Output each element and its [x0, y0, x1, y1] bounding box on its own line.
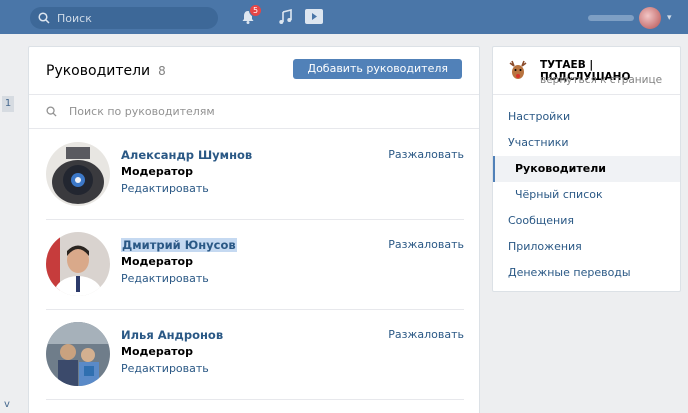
community-header[interactable]: ТУТАЕВ | ПОДСЛУШАНО вернуться к странице	[493, 47, 680, 95]
music-icon[interactable]	[277, 9, 293, 25]
member-role: Модератор	[121, 345, 193, 358]
member-row: Дмитрий Юнусов Модератор Редактировать Р…	[46, 220, 464, 310]
user-menu[interactable]: ▾	[588, 7, 672, 29]
managers-search-placeholder: Поиск по руководителям	[69, 105, 215, 118]
user-name-blurred	[588, 15, 634, 21]
menu-item-members[interactable]: Участники	[493, 130, 680, 156]
menu-item-messages[interactable]: Сообщения	[493, 208, 680, 234]
community-management-menu: ТУТАЕВ | ПОДСЛУШАНО вернуться к странице…	[492, 46, 681, 292]
member-avatar[interactable]	[46, 232, 110, 296]
top-navigation-bar: Поиск 5 ▾	[0, 0, 688, 34]
menu-item-money-transfers[interactable]: Денежные переводы	[493, 260, 680, 286]
play-icon	[312, 13, 317, 20]
member-row: Александр Шумнов Модератор Редактировать…	[46, 130, 464, 220]
left-bottom-char: v	[4, 399, 10, 410]
member-edit-link[interactable]: Редактировать	[121, 182, 209, 195]
menu-item-apps[interactable]: Приложения	[493, 234, 680, 260]
video-icon[interactable]	[305, 9, 323, 24]
managers-panel: Руководители 8 Добавить руководителя Пои…	[28, 46, 480, 413]
member-demote-link[interactable]: Разжаловать	[388, 238, 464, 251]
menu-item-settings[interactable]: Настройки	[493, 104, 680, 130]
add-manager-button[interactable]: Добавить руководителя	[293, 59, 462, 79]
search-icon	[38, 12, 50, 24]
member-name-link[interactable]: Дмитрий Юнусов	[121, 238, 237, 252]
member-role: Модератор	[121, 255, 193, 268]
menu-item-managers[interactable]: Руководители	[493, 156, 680, 182]
reindeer-logo-icon	[509, 60, 527, 79]
notifications-count-badge: 5	[249, 4, 263, 17]
global-search-input[interactable]: Поиск	[30, 7, 218, 29]
member-edit-link[interactable]: Редактировать	[121, 272, 209, 285]
member-name-link[interactable]: Александр Шумнов	[121, 148, 252, 162]
member-demote-link[interactable]: Разжаловать	[388, 328, 464, 341]
member-avatar[interactable]	[46, 322, 110, 386]
page-title: Руководители	[46, 62, 151, 79]
left-page-number[interactable]: 1	[2, 96, 14, 112]
user-avatar	[639, 7, 661, 29]
search-icon	[46, 106, 57, 117]
member-edit-link[interactable]: Редактировать	[121, 362, 209, 375]
member-demote-link[interactable]: Разжаловать	[388, 148, 464, 161]
managers-header: Руководители 8 Добавить руководителя	[29, 47, 479, 95]
back-to-page-link[interactable]: вернуться к странице	[540, 74, 662, 86]
member-role: Модератор	[121, 165, 193, 178]
member-name-link[interactable]: Илья Андронов	[121, 328, 223, 342]
member-avatar[interactable]	[46, 142, 110, 206]
menu-item-blacklist[interactable]: Чёрный список	[493, 182, 680, 208]
search-placeholder: Поиск	[57, 11, 92, 25]
member-row: Илья Андронов Модератор Редактировать Ра…	[46, 310, 464, 400]
side-menu-list: Настройки Участники Руководители Чёрный …	[493, 95, 680, 286]
chevron-down-icon: ▾	[667, 13, 672, 23]
managers-search-input[interactable]: Поиск по руководителям	[29, 95, 479, 129]
managers-count: 8	[158, 63, 166, 78]
